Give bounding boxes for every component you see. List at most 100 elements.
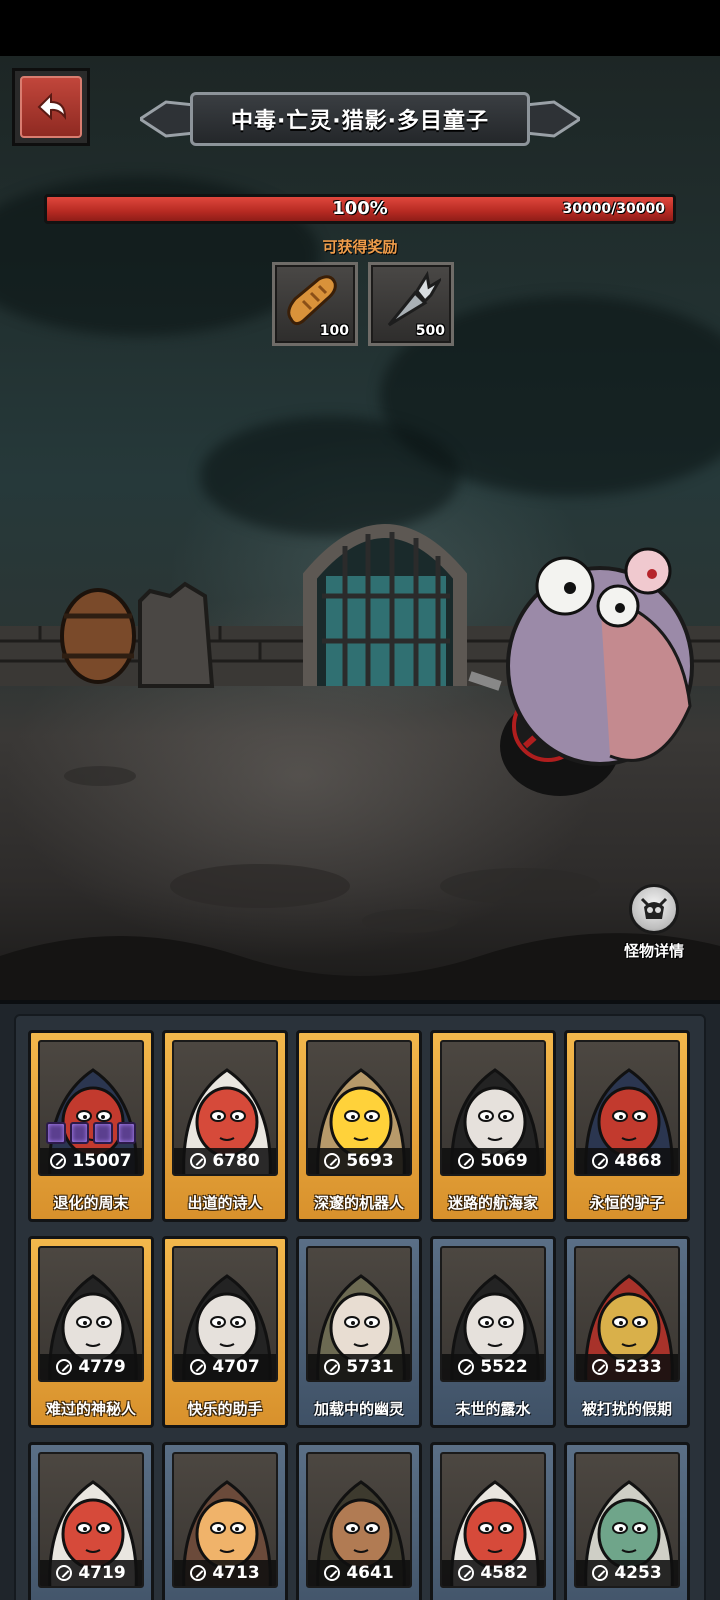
reward-item-carrot[interactable]: 500	[368, 262, 454, 346]
hero-name: 迷路的航海家	[447, 1194, 538, 1212]
class-icon	[592, 1359, 609, 1375]
hero-portrait: 5522	[440, 1246, 546, 1382]
hero-power: 4707	[212, 1357, 260, 1377]
hero-card[interactable]: 5069 迷路的航海家	[430, 1030, 556, 1222]
class-icon	[56, 1359, 73, 1375]
bread-icon	[287, 275, 337, 326]
hero-name: 加载中的幽灵	[313, 1400, 404, 1418]
power-strip: 4707	[174, 1354, 276, 1380]
power-strip: 4253	[576, 1560, 678, 1586]
power-strip: 4641	[308, 1560, 410, 1586]
hero-power: 5693	[346, 1151, 394, 1171]
hero-portrait: 5731	[306, 1246, 412, 1382]
power-strip: 5069	[442, 1148, 544, 1174]
hero-power: 4868	[614, 1151, 662, 1171]
power-strip: 4868	[576, 1148, 678, 1174]
class-icon	[458, 1565, 475, 1581]
monster-detail-button[interactable]: 怪物详情	[604, 884, 704, 972]
monster-detail-label: 怪物详情	[623, 942, 684, 960]
hero-power: 5522	[480, 1357, 528, 1377]
reward-item-bread[interactable]: 100	[272, 262, 358, 346]
hero-card[interactable]: 6780 出道的诗人	[162, 1030, 288, 1222]
power-strip: 4719	[40, 1560, 142, 1586]
hero-card[interactable]: 4868 永恒的驴子	[564, 1030, 690, 1222]
hero-card[interactable]: 4253	[564, 1442, 690, 1600]
hero-roster-grid[interactable]: 15007 退化的周末 6780 出道的诗人 5693 深邃的机器人 5069 迷路的航海家 4…	[14, 1014, 706, 1600]
hero-portrait: 4868	[574, 1040, 680, 1176]
gem-icon	[93, 1122, 113, 1144]
gem-icon	[46, 1122, 66, 1144]
hero-card[interactable]: 4707 快乐的助手	[162, 1236, 288, 1428]
power-strip: 5731	[308, 1354, 410, 1380]
hero-portrait: 4582	[440, 1452, 546, 1588]
hero-portrait: 4719	[38, 1452, 144, 1588]
hero-card[interactable]: 5731 加载中的幽灵	[296, 1236, 422, 1428]
hero-portrait: 4641	[306, 1452, 412, 1588]
hero-card[interactable]: 4713	[162, 1442, 288, 1600]
hero-portrait: 4253	[574, 1452, 680, 1588]
carrot-icon	[387, 271, 441, 327]
gem-icon	[116, 1122, 136, 1144]
class-icon	[324, 1565, 341, 1581]
hero-power: 5233	[614, 1357, 662, 1377]
hero-card[interactable]: 5522 末世的露水	[430, 1236, 556, 1428]
hero-card[interactable]: 5693 深邃的机器人	[296, 1030, 422, 1222]
hero-card[interactable]: 4719	[28, 1442, 154, 1600]
back-button[interactable]	[12, 68, 90, 146]
hero-power: 5069	[480, 1151, 528, 1171]
class-icon	[592, 1153, 609, 1169]
equipment-gems	[46, 1122, 136, 1144]
hero-power: 4582	[480, 1563, 528, 1583]
power-strip: 5522	[442, 1354, 544, 1380]
power-strip: 4713	[174, 1560, 276, 1586]
class-icon	[458, 1359, 475, 1375]
class-icon	[324, 1359, 341, 1375]
power-strip: 15007	[40, 1148, 142, 1174]
hero-portrait: 5233	[574, 1246, 680, 1382]
hero-portrait: 4713	[172, 1452, 278, 1588]
hero-power: 4713	[212, 1563, 260, 1583]
hero-portrait: 4779	[38, 1246, 144, 1382]
hero-roster-panel: 15007 退化的周末 6780 出道的诗人 5693 深邃的机器人 5069 迷路的航海家 4…	[0, 1000, 720, 1600]
hero-card[interactable]: 4641	[296, 1442, 422, 1600]
hero-portrait: 5069	[440, 1040, 546, 1176]
hero-portrait: 4707	[172, 1246, 278, 1382]
hero-name: 出道的诗人	[187, 1194, 263, 1212]
hero-power: 6780	[212, 1151, 260, 1171]
class-icon	[190, 1565, 207, 1581]
hero-card[interactable]: 4582	[430, 1442, 556, 1600]
hero-card[interactable]: 5233 被打扰的假期	[564, 1236, 690, 1428]
stage-title-banner: 中毒·亡灵·猎影·多目童子	[140, 86, 580, 152]
battle-scene: 中毒·亡灵·猎影·多目童子 100% 30000/30000 可获得奖励 100…	[0, 56, 720, 1000]
hero-name: 末世的露水	[455, 1400, 531, 1418]
hero-power: 4719	[78, 1563, 126, 1583]
class-icon	[190, 1153, 207, 1169]
hero-power: 4641	[346, 1563, 394, 1583]
gem-icon	[69, 1122, 89, 1144]
reward-qty: 100	[319, 323, 349, 339]
hero-name: 深邃的机器人	[313, 1194, 404, 1212]
power-strip: 5693	[308, 1148, 410, 1174]
hero-power: 15007	[72, 1151, 132, 1171]
hero-portrait: 15007	[38, 1040, 144, 1176]
return-arrow-icon	[20, 76, 82, 138]
hero-power: 4779	[78, 1357, 126, 1377]
class-icon	[50, 1153, 67, 1169]
hero-card[interactable]: 15007 退化的周末	[28, 1030, 154, 1222]
hero-name: 退化的周末	[53, 1194, 129, 1212]
power-strip: 6780	[174, 1148, 276, 1174]
hero-power: 5731	[346, 1357, 394, 1377]
hero-power: 4253	[614, 1563, 662, 1583]
hero-card[interactable]: 4779 难过的神秘人	[28, 1236, 154, 1428]
class-icon	[190, 1359, 207, 1375]
boss-hp-value: 30000/30000	[562, 201, 665, 217]
monster-skull-icon	[629, 884, 679, 934]
boss-hp-bar: 100% 30000/30000	[44, 194, 676, 224]
class-icon	[324, 1153, 341, 1169]
class-icon	[56, 1565, 73, 1581]
reward-label: 可获得奖励	[322, 238, 398, 256]
hero-name: 永恒的驴子	[589, 1194, 665, 1212]
power-strip: 4779	[40, 1354, 142, 1380]
hero-name: 难过的神秘人	[45, 1400, 136, 1418]
hero-portrait: 6780	[172, 1040, 278, 1176]
